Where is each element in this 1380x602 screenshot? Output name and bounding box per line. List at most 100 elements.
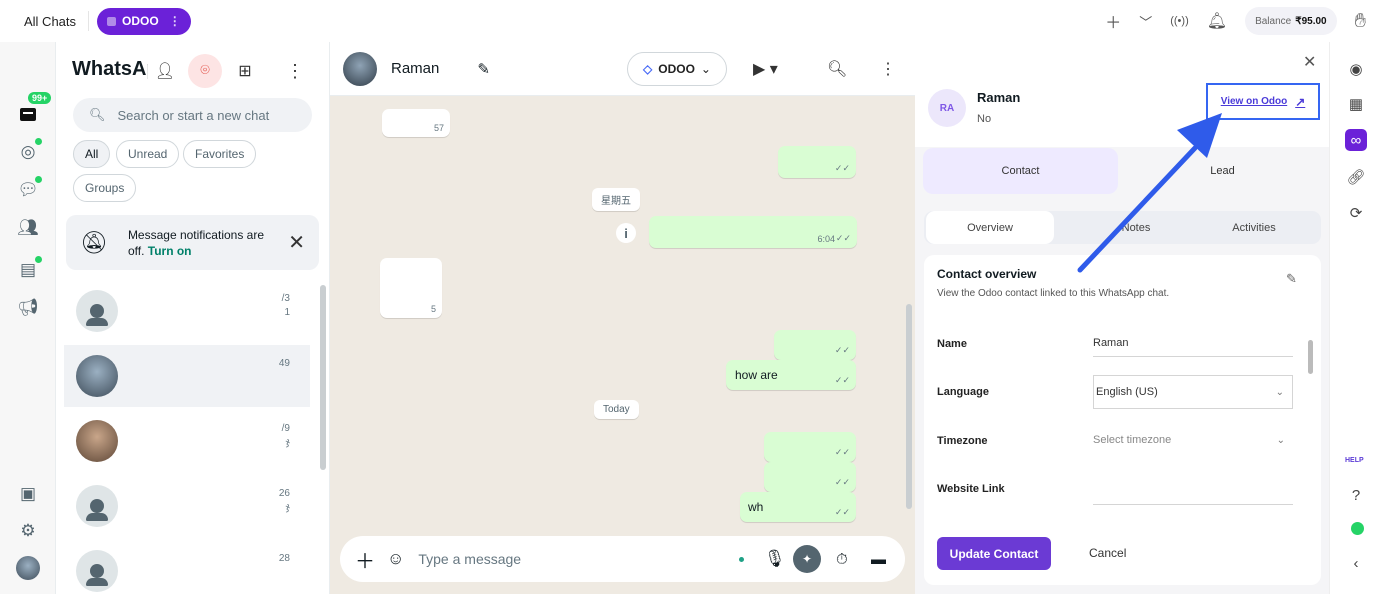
chat-row[interactable]: 28 xyxy=(64,540,310,602)
settings-icon[interactable]: ⚙ xyxy=(14,517,42,545)
workspace-tab-odoo[interactable]: ODOO ⋮ xyxy=(97,7,191,35)
sticker-icon[interactable]: ☺ xyxy=(387,549,404,569)
top-bar-actions: ＋ ﹀ ((•)) 🔔︎ Balance ₹95.00 ✋︎ xyxy=(1105,0,1366,42)
odoo-icon[interactable]: ∞ xyxy=(1345,129,1367,151)
contact-avatar[interactable] xyxy=(343,51,377,86)
edit-icon[interactable]: ✎ xyxy=(1286,271,1297,287)
language-select[interactable]: English (US) ⌄ xyxy=(1093,375,1293,409)
tag-icon: ◇ xyxy=(643,62,653,76)
help-label: HELP xyxy=(1345,457,1364,464)
chat-meta: 26 ჯ xyxy=(278,488,290,513)
more-vertical-icon[interactable]: ⋮ xyxy=(169,14,181,28)
scrollbar[interactable] xyxy=(906,304,912,509)
profile-avatar[interactable] xyxy=(14,554,42,582)
chat-row[interactable]: 49 xyxy=(64,345,310,407)
chat-row[interactable]: /3 1 xyxy=(64,280,310,342)
plus-icon[interactable]: ＋ xyxy=(355,545,375,574)
menu-icon[interactable]: ⋮ xyxy=(880,59,896,79)
all-chats-tab[interactable]: All Chats xyxy=(24,14,76,29)
communities-icon[interactable]: 👥︎ xyxy=(14,214,42,242)
message-bubble[interactable]: ✓✓ xyxy=(778,146,856,178)
microphone-icon[interactable]: 🎙︎ xyxy=(764,549,786,569)
scan-icon[interactable]: ⌾ xyxy=(188,54,222,88)
conversation-header: Raman ✎ ◇ ODOO ⌄ ▶︎ ▾ 🔍︎ ⋮ xyxy=(330,42,915,96)
status-icon[interactable]: ◎ xyxy=(14,138,42,166)
filter-favorites[interactable]: Favorites xyxy=(183,140,257,168)
question-icon[interactable]: ? xyxy=(1345,484,1367,506)
message-bubble[interactable]: ✓✓ xyxy=(764,462,856,492)
avatar xyxy=(76,550,118,592)
tab-overview[interactable]: Overview xyxy=(926,211,1054,244)
language-label: Language xyxy=(937,386,989,398)
ai-icon[interactable]: ✦ xyxy=(793,545,821,573)
name-field[interactable]: Raman xyxy=(1093,329,1293,357)
chat-row[interactable]: /9 ჯ xyxy=(64,410,310,472)
edit-icon[interactable]: ✎ xyxy=(477,60,490,78)
calendar-icon[interactable]: ▦ xyxy=(1345,93,1367,115)
search-icon[interactable]: 🔍︎ xyxy=(827,59,847,79)
info-icon[interactable]: i xyxy=(616,223,636,243)
crm-tag-select[interactable]: ◇ ODOO ⌄ xyxy=(627,52,727,86)
avatar xyxy=(76,485,118,527)
cancel-button[interactable]: Cancel xyxy=(1089,546,1126,560)
quick-reply-icon[interactable]: ▬ xyxy=(871,551,886,568)
sync-icon[interactable]: ⟳ xyxy=(1345,202,1367,224)
view-on-odoo-link[interactable]: View on Odoo ↗ xyxy=(1206,83,1320,120)
timer-icon[interactable]: ⏱︎ xyxy=(836,551,848,568)
segment-lead[interactable]: Lead xyxy=(1125,148,1320,194)
chevron-down-icon[interactable]: ﹀ xyxy=(1139,12,1152,31)
tab-notes[interactable]: Notes xyxy=(1072,211,1200,244)
filter-all[interactable]: All xyxy=(73,140,111,168)
user-circle-icon[interactable]: ◉ xyxy=(1345,58,1367,80)
close-icon[interactable]: ✕ xyxy=(1303,52,1316,72)
status-dot xyxy=(35,176,42,183)
filter-unread[interactable]: Unread xyxy=(116,140,180,168)
balance-badge: Balance ₹95.00 xyxy=(1245,7,1337,35)
new-chat-icon[interactable]: ⊞ xyxy=(228,54,262,88)
media-icon[interactable]: ▣ xyxy=(14,480,42,508)
workspace-color-icon xyxy=(107,16,117,26)
link-icon[interactable]: 🔗︎ xyxy=(1345,166,1367,188)
message-bubble[interactable]: wh ✓✓ xyxy=(740,492,856,522)
search-input[interactable]: 🔍︎ Search or start a new chat xyxy=(73,98,312,132)
message-bubble[interactable]: 6:04 ✓✓ xyxy=(649,216,857,248)
broadcast-icon[interactable]: ((•)) xyxy=(1170,15,1189,27)
message-bubble[interactable]: ✓✓ xyxy=(764,432,856,462)
chats-icon[interactable]: 99+ xyxy=(14,92,52,128)
menu-icon[interactable]: ⋮ xyxy=(278,54,312,88)
update-contact-button[interactable]: Update Contact xyxy=(937,537,1051,570)
scrollbar[interactable] xyxy=(1308,340,1313,374)
store-icon[interactable]: ▤ xyxy=(14,256,42,284)
plus-icon[interactable]: ＋ xyxy=(1105,9,1121,33)
message-bubble[interactable]: 57 xyxy=(382,109,450,137)
day-separator: 星期五 xyxy=(592,188,640,211)
whatsapp-icon[interactable] xyxy=(1351,522,1364,535)
conversation-panel: Raman ✎ ◇ ODOO ⌄ ▶︎ ▾ 🔍︎ ⋮ 57 ✓✓ 星期五 i 6… xyxy=(330,42,915,594)
tab-activities[interactable]: Activities xyxy=(1190,211,1318,244)
close-icon[interactable]: ✕ xyxy=(288,230,305,255)
message-bubble[interactable]: ✓✓ xyxy=(774,330,856,360)
turn-on-link[interactable]: Turn on xyxy=(148,244,192,258)
filter-groups[interactable]: Groups xyxy=(73,174,137,202)
video-call-icon[interactable]: ▶︎ ▾ xyxy=(753,59,778,79)
message-bubble[interactable]: how are ✓✓ xyxy=(726,360,856,390)
language-value: English (US) xyxy=(1096,386,1158,398)
bell-icon[interactable]: 🔔︎ xyxy=(1207,11,1227,31)
wave-hand-icon[interactable]: ✋︎ xyxy=(1355,10,1366,33)
chevron-down-icon: ⌄ xyxy=(1275,386,1284,398)
scrollbar[interactable] xyxy=(320,285,326,470)
message-input[interactable]: Type a message xyxy=(418,551,521,567)
new-contact-icon[interactable]: 👤︎ xyxy=(148,54,182,88)
divider xyxy=(88,11,90,31)
unread-badge: 99+ xyxy=(28,92,52,104)
chevron-left-icon[interactable]: ‹ xyxy=(1345,552,1367,574)
card-subtitle: View the Odoo contact linked to this Wha… xyxy=(937,288,1170,299)
megaphone-icon[interactable]: 📢︎ xyxy=(14,294,42,322)
message-bubble[interactable]: 5 xyxy=(380,258,442,318)
chat-row[interactable]: 26 ჯ xyxy=(64,475,310,537)
timezone-select[interactable]: Select timezone ⌄ xyxy=(1093,426,1293,454)
contact-name[interactable]: Raman xyxy=(391,60,439,77)
segment-contact[interactable]: Contact xyxy=(923,148,1118,194)
channels-icon[interactable]: 💬︎ xyxy=(14,176,42,204)
website-link-field[interactable] xyxy=(1093,477,1293,505)
